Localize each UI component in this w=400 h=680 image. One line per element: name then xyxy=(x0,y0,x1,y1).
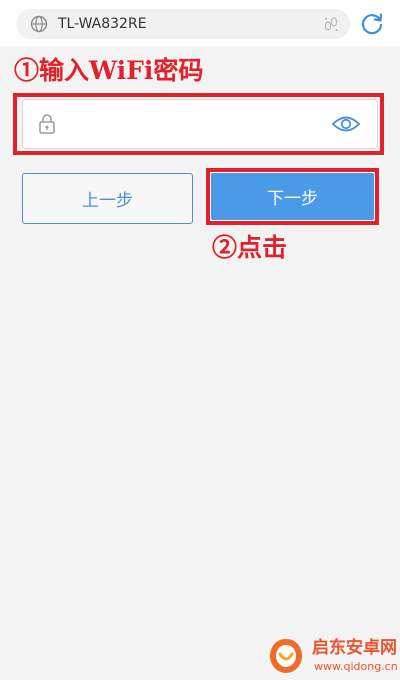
watermark-logo-icon xyxy=(270,639,302,673)
eye-icon[interactable] xyxy=(331,112,361,136)
watermark-url: www.qidong.cn xyxy=(314,660,398,673)
password-input[interactable] xyxy=(69,108,329,140)
prev-step-button[interactable]: 上一步 xyxy=(22,173,193,224)
password-field[interactable] xyxy=(22,99,378,149)
refresh-icon[interactable] xyxy=(359,11,385,37)
url-text: TL-WA832RE xyxy=(58,16,147,32)
url-field[interactable]: TL-WA832RE xyxy=(16,9,350,39)
globe-icon xyxy=(30,15,48,33)
annotation-step-1: ①输入WiFi密码 xyxy=(14,56,204,85)
next-step-button[interactable]: 下一步 xyxy=(211,173,374,220)
lock-icon xyxy=(39,114,55,134)
annotation-step-2: ②点击 xyxy=(212,233,288,262)
watermark-name: 启东安卓网 xyxy=(312,638,397,658)
footprint-icon[interactable] xyxy=(322,15,340,33)
watermark: 启东安卓网 www.qidong.cn xyxy=(262,632,400,680)
browser-address-bar: TL-WA832RE xyxy=(0,0,400,46)
